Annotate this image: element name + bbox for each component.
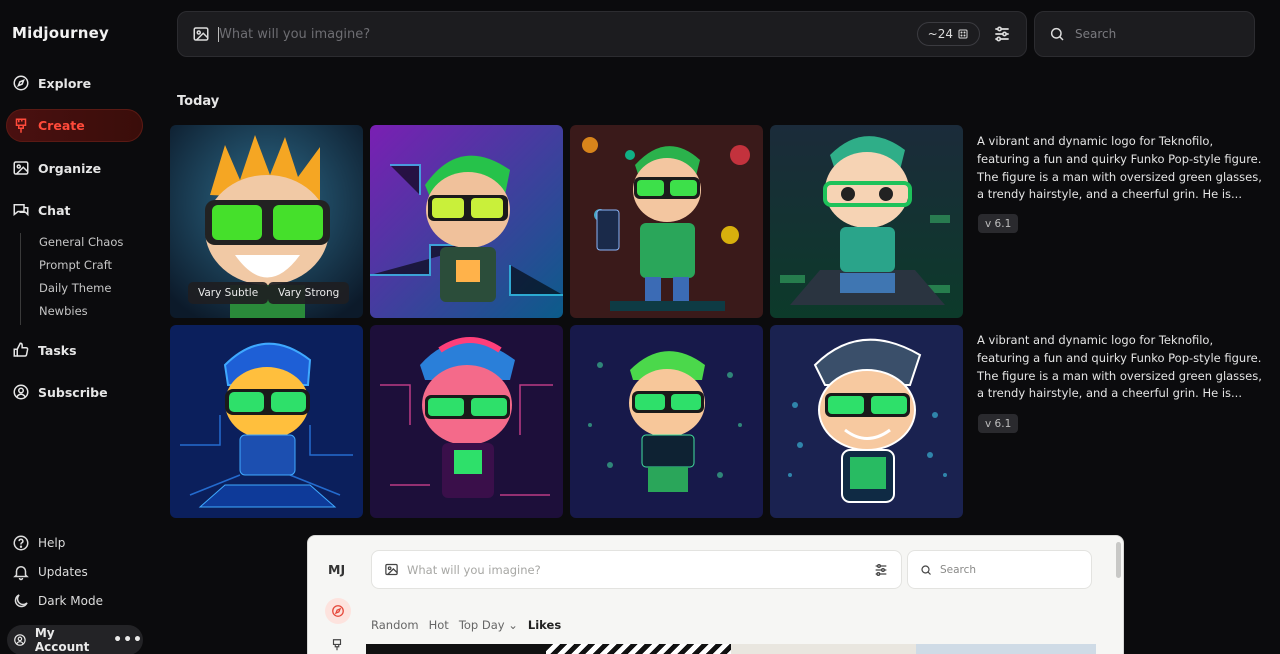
generated-image bbox=[770, 325, 963, 518]
chat-room-prompt-craft[interactable]: Prompt Craft bbox=[39, 256, 123, 279]
preview-thumb bbox=[731, 644, 916, 654]
image-tile[interactable] bbox=[770, 125, 963, 318]
image-tile[interactable] bbox=[570, 325, 763, 518]
preview-explore-button bbox=[325, 598, 351, 624]
nav-label: Help bbox=[38, 536, 66, 550]
preview-thumb bbox=[366, 644, 546, 654]
compass-icon bbox=[13, 75, 29, 91]
brush-icon bbox=[332, 639, 342, 651]
nav-updates[interactable]: Updates bbox=[12, 563, 88, 581]
settings-sliders-icon[interactable] bbox=[992, 24, 1012, 44]
vary-subtle-button[interactable]: Vary Subtle bbox=[188, 282, 269, 304]
nav-help[interactable]: Help bbox=[12, 534, 65, 552]
thumbs-up-icon bbox=[13, 342, 29, 357]
preview-tab-random: Random bbox=[371, 618, 419, 632]
image-tile[interactable] bbox=[770, 325, 963, 518]
preview-prompt-bar: What will you imagine? bbox=[371, 550, 902, 589]
image-tile[interactable]: Vary Subtle Vary Strong bbox=[170, 125, 363, 318]
version-badge: v 6.1 bbox=[978, 414, 1019, 433]
preview-scrollbar bbox=[1116, 542, 1121, 578]
compass-icon bbox=[332, 605, 344, 617]
nav-label: Chat bbox=[38, 202, 71, 218]
search-icon bbox=[921, 564, 931, 575]
chat-icon bbox=[13, 204, 29, 217]
image-tile[interactable] bbox=[370, 325, 563, 518]
nav-chat[interactable]: Chat bbox=[12, 198, 70, 222]
prompt-input[interactable]: What will you imagine? bbox=[218, 26, 917, 42]
preview-tab-top-day: Top Day ⌄ bbox=[459, 618, 518, 632]
preview-tabs: Random Hot Top Day ⌄ Likes bbox=[371, 618, 561, 632]
prompt-description[interactable]: A vibrant and dynamic logo for Teknofilo… bbox=[977, 133, 1262, 204]
nav-label: Subscribe bbox=[38, 384, 108, 400]
user-circle-icon bbox=[14, 634, 26, 646]
more-options-icon[interactable]: ••• bbox=[113, 632, 143, 648]
image-upload-icon[interactable] bbox=[192, 25, 210, 43]
section-title: Today bbox=[177, 94, 220, 109]
settings-sliders-icon bbox=[875, 563, 887, 576]
search-input[interactable]: Search bbox=[1075, 27, 1116, 41]
image-tile[interactable] bbox=[170, 325, 363, 518]
preview-tab-likes: Likes bbox=[527, 618, 562, 632]
generated-image bbox=[170, 325, 363, 518]
moon-icon bbox=[14, 594, 28, 608]
generated-image bbox=[770, 125, 963, 318]
nav-label: Dark Mode bbox=[38, 594, 103, 608]
image-tile[interactable] bbox=[370, 125, 563, 318]
chat-room-daily-theme[interactable]: Daily Theme bbox=[39, 279, 123, 302]
nav-label: Organize bbox=[38, 160, 102, 176]
image-upload-icon bbox=[385, 563, 398, 576]
generated-image bbox=[570, 325, 763, 518]
search-bar[interactable]: Search bbox=[1034, 11, 1255, 57]
nav-label: Tasks bbox=[38, 342, 77, 358]
preview-prompt-placeholder: What will you imagine? bbox=[407, 562, 541, 577]
chat-room-list: General Chaos Prompt Craft Daily Theme N… bbox=[20, 233, 123, 325]
nav-label: Updates bbox=[38, 565, 88, 579]
generated-image bbox=[570, 125, 763, 318]
brush-icon bbox=[15, 118, 27, 133]
preview-thumb bbox=[916, 644, 1096, 654]
nav-dark-mode[interactable]: Dark Mode bbox=[12, 592, 103, 610]
preview-tab-label: Top Day bbox=[458, 618, 505, 632]
nav-label: Create bbox=[38, 118, 85, 133]
preview-search-placeholder: Search bbox=[940, 563, 977, 576]
prompt-bar[interactable]: What will you imagine? ~24 bbox=[177, 11, 1027, 57]
generated-image bbox=[370, 325, 563, 518]
account-label: My Account bbox=[34, 626, 90, 654]
chat-room-newbies[interactable]: Newbies bbox=[39, 302, 123, 325]
image-count-value: ~24 bbox=[927, 27, 953, 41]
nav-tasks[interactable]: Tasks bbox=[12, 338, 77, 362]
preview-tab-hot: Hot bbox=[428, 618, 449, 632]
brand-logo[interactable]: Midjourney bbox=[12, 24, 109, 42]
nav-explore[interactable]: Explore bbox=[12, 71, 91, 95]
preview-thumb bbox=[546, 644, 731, 654]
nav-organize[interactable]: Organize bbox=[12, 156, 101, 180]
preview-logo: MJ bbox=[328, 562, 346, 577]
preview-image-strip bbox=[366, 644, 1096, 654]
chat-room-general-chaos[interactable]: General Chaos bbox=[39, 233, 123, 256]
nav-label: Explore bbox=[38, 75, 92, 91]
sidebar: Midjourney Explore Create Organize Chat … bbox=[0, 0, 160, 654]
user-circle-icon bbox=[13, 384, 29, 400]
preview-search-bar: Search bbox=[907, 550, 1092, 589]
search-icon bbox=[1050, 27, 1064, 41]
vary-strong-button[interactable]: Vary Strong bbox=[268, 282, 350, 304]
nav-subscribe[interactable]: Subscribe bbox=[12, 380, 108, 404]
nav-create[interactable]: Create bbox=[6, 109, 143, 142]
prompt-description[interactable]: A vibrant and dynamic logo for Teknofilo… bbox=[977, 332, 1262, 403]
image-tile[interactable] bbox=[570, 125, 763, 318]
dice-icon bbox=[958, 29, 968, 39]
bell-icon bbox=[13, 566, 29, 581]
help-icon bbox=[13, 535, 29, 551]
image-icon bbox=[13, 161, 29, 175]
version-badge: v 6.1 bbox=[978, 214, 1019, 233]
my-account-button[interactable]: My Account ••• bbox=[7, 625, 143, 654]
generated-image bbox=[370, 125, 563, 318]
image-count-pill[interactable]: ~24 bbox=[916, 22, 980, 46]
chevron-down-icon: ⌄ bbox=[508, 618, 518, 632]
embedded-screenshot: MJ What will you imagine? Search Random … bbox=[307, 535, 1124, 654]
